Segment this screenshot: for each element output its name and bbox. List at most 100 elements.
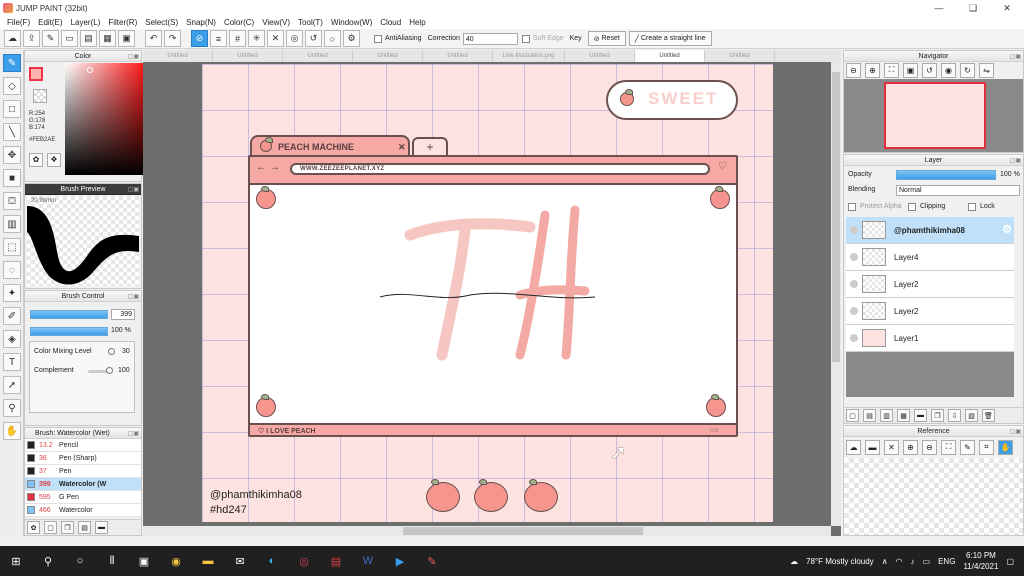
lock-checkbox[interactable]: [968, 203, 976, 211]
horizontal-scroll-thumb[interactable]: [403, 527, 643, 535]
complement-knob[interactable]: [106, 367, 113, 374]
move-tool-icon[interactable]: ✥: [3, 146, 21, 164]
gear-icon[interactable]: ⚙: [1002, 223, 1012, 236]
visibility-icon[interactable]: [850, 253, 858, 261]
brush-item[interactable]: 36 Pen (Sharp): [25, 452, 141, 465]
bucket-tool-icon[interactable]: ⛋: [3, 192, 21, 210]
parallel-snap-icon[interactable]: ≡: [210, 30, 227, 47]
jump-paint-icon[interactable]: ✎: [421, 550, 443, 572]
new-layer-icon[interactable]: ▢: [846, 409, 859, 422]
new-file-icon[interactable]: ▤: [80, 30, 97, 47]
duplicate-layer-icon[interactable]: ❐: [931, 409, 944, 422]
cross-snap-icon[interactable]: ✕: [267, 30, 284, 47]
correction-input[interactable]: 40: [462, 32, 518, 45]
layer-row[interactable]: Layer2: [846, 298, 1014, 325]
layer-row[interactable]: Layer1: [846, 325, 1014, 352]
select-pen-tool-icon[interactable]: ✐: [3, 307, 21, 325]
menu-cloud[interactable]: Cloud: [376, 16, 405, 29]
undo-icon[interactable]: ↶: [145, 30, 162, 47]
operation-tool-icon[interactable]: ➚: [3, 376, 21, 394]
mail-icon[interactable]: ✉: [229, 550, 251, 572]
minimize-button[interactable]: —: [922, 0, 956, 16]
document-tab[interactable]: Untitled: [423, 50, 493, 62]
fill-shape-tool-icon[interactable]: ■: [3, 169, 21, 187]
radial-snap-icon[interactable]: ✳: [248, 30, 265, 47]
close-button[interactable]: ✕: [990, 0, 1024, 16]
select-eraser-tool-icon[interactable]: ◈: [3, 330, 21, 348]
settings-icon[interactable]: ⚙: [343, 30, 360, 47]
document-tab[interactable]: Untitled: [143, 50, 213, 62]
document-tab-active[interactable]: Untitled: [635, 50, 705, 62]
close-icon[interactable]: ✕: [884, 439, 899, 455]
wifi-icon[interactable]: ◠: [896, 557, 903, 566]
dropper-icon[interactable]: ✎: [960, 439, 975, 455]
battery-icon[interactable]: ▭: [923, 557, 931, 566]
brush-tool-icon[interactable]: ✎: [3, 54, 21, 72]
panel-buttons-icon[interactable]: ▢▣: [1010, 52, 1021, 63]
document-tab[interactable]: Line Illustration.png: [493, 50, 565, 62]
rotate-left-icon[interactable]: ↺: [922, 62, 937, 78]
new-layer-menu-icon[interactable]: ▦: [897, 409, 910, 422]
layer-row[interactable]: Layer2: [846, 271, 1014, 298]
document-tab[interactable]: Untitled: [283, 50, 353, 62]
menu-layer[interactable]: Layer(L): [67, 16, 105, 29]
grid-snap-icon[interactable]: #: [229, 30, 246, 47]
reset-button[interactable]: ⊘ Reset: [587, 31, 626, 46]
layer-opacity-slider[interactable]: [896, 170, 996, 180]
word-icon[interactable]: W: [357, 550, 379, 572]
share-icon[interactable]: ⇪: [23, 30, 40, 47]
delete-layer-icon[interactable]: 🗑: [982, 409, 995, 422]
soft-edge-checkbox[interactable]: [521, 34, 530, 43]
widgets-icon[interactable]: ⫴: [101, 550, 123, 572]
line-tool-icon[interactable]: ╲: [3, 123, 21, 141]
volume-icon[interactable]: ♪: [911, 557, 915, 566]
brush-item[interactable]: 37 Pen: [25, 465, 141, 478]
zoom-icon[interactable]: ▶: [389, 550, 411, 572]
visibility-icon[interactable]: [850, 307, 858, 315]
windows-start-icon[interactable]: ⊞: [5, 550, 27, 572]
text-tool-icon[interactable]: T: [3, 353, 21, 371]
panel-buttons-icon[interactable]: ▢▣: [128, 52, 139, 63]
panel-buttons-icon[interactable]: ▢▣: [128, 292, 139, 303]
zoom-in-icon[interactable]: ⊕: [903, 439, 918, 455]
notification-icon[interactable]: ▢: [1006, 557, 1014, 566]
menu-view[interactable]: View(V): [258, 16, 294, 29]
panel-buttons-icon[interactable]: ▢▣: [1010, 427, 1021, 438]
hand-tool-icon[interactable]: ✋: [3, 422, 21, 440]
brush-copy-icon[interactable]: ❐: [61, 521, 74, 534]
menu-color[interactable]: Color(C): [220, 16, 258, 29]
actual-size-icon[interactable]: ▣: [903, 62, 918, 78]
new-layer-1bit-icon[interactable]: ▥: [880, 409, 893, 422]
language-indicator[interactable]: ENG: [938, 557, 955, 566]
color-set-icon[interactable]: ❖: [47, 153, 61, 167]
zoom-in-icon[interactable]: ⊕: [865, 62, 880, 78]
zoom-out-icon[interactable]: ⊖: [922, 439, 937, 455]
layer-row[interactable]: Layer4: [846, 244, 1014, 271]
monitor-icon[interactable]: ▭: [61, 30, 78, 47]
brush-export-icon[interactable]: ▤: [78, 521, 91, 534]
news-icon[interactable]: ▤: [325, 550, 347, 572]
curve-snap-icon[interactable]: ↺: [305, 30, 322, 47]
rect-tool-icon[interactable]: □: [3, 100, 21, 118]
lasso-tool-icon[interactable]: ◌: [3, 261, 21, 279]
save-icon[interactable]: ▣: [118, 30, 135, 47]
horizontal-scrollbar[interactable]: [143, 526, 831, 536]
fit-icon[interactable]: ⛶: [884, 62, 899, 78]
rotate-reset-icon[interactable]: ◉: [941, 62, 956, 78]
weather-text[interactable]: 78°F Mostly cloudy: [806, 557, 874, 566]
menu-help[interactable]: Help: [405, 16, 429, 29]
vertical-scrollbar[interactable]: [831, 62, 841, 526]
new-layer-8bit-icon[interactable]: ▤: [863, 409, 876, 422]
palette-icon[interactable]: ✿: [29, 153, 43, 167]
antialiasing-checkbox[interactable]: [374, 34, 382, 43]
search-icon[interactable]: ⚲: [37, 550, 59, 572]
app-icon[interactable]: ◎: [293, 550, 315, 572]
comment-icon[interactable]: ✎: [42, 30, 59, 47]
menu-filter[interactable]: Filter(R): [104, 16, 141, 29]
chrome-icon[interactable]: ◉: [165, 550, 187, 572]
rotate-right-icon[interactable]: ↻: [960, 62, 975, 78]
menu-snap[interactable]: Snap(N): [182, 16, 220, 29]
file-explorer-icon[interactable]: ▬: [197, 550, 219, 572]
protect-alpha-checkbox[interactable]: [848, 203, 856, 211]
eraser-tool-icon[interactable]: ◇: [3, 77, 21, 95]
